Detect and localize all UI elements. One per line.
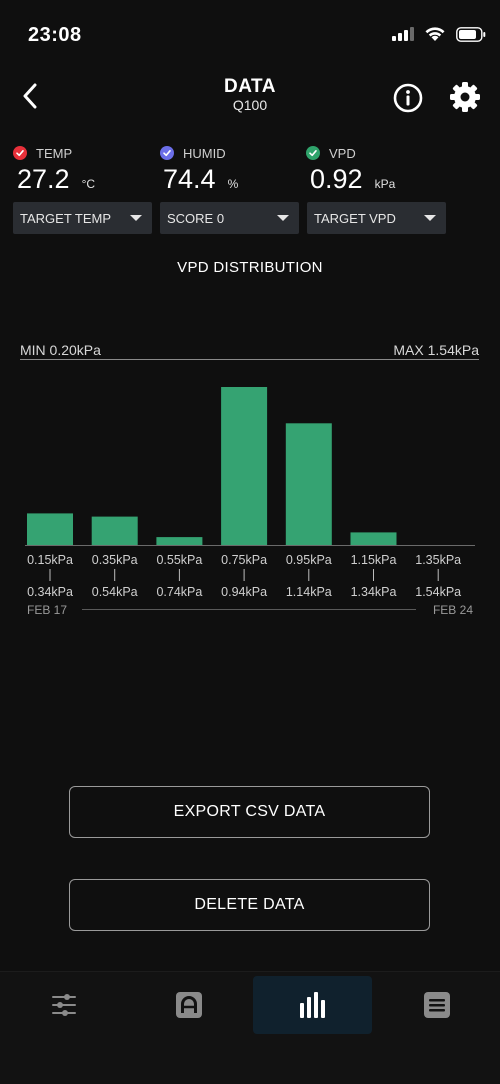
bin-low-label: 0.35kPa xyxy=(92,553,138,567)
chart-bar xyxy=(27,513,73,545)
page-title: DATA xyxy=(224,76,276,97)
nav-item-device[interactable] xyxy=(129,976,248,1034)
nav-item-controls[interactable] xyxy=(4,976,123,1034)
bin-high-label: 0.34kPa xyxy=(27,585,73,599)
caret-down-icon xyxy=(277,215,289,221)
sliders-icon xyxy=(51,994,76,1016)
info-icon xyxy=(393,83,423,113)
caret-down-icon xyxy=(130,215,142,221)
reading-label: VPD xyxy=(329,145,356,161)
target-temp-dropdown[interactable]: TARGET TEMP xyxy=(13,202,152,234)
bin-high-label: 0.54kPa xyxy=(92,585,138,599)
bin-low-label: 0.55kPa xyxy=(156,553,202,567)
check-icon xyxy=(306,146,320,160)
dropdown-label: TARGET VPD xyxy=(314,210,396,226)
chart-bar xyxy=(285,423,332,545)
wifi-icon xyxy=(425,27,445,41)
reading-value: 27.2 xyxy=(17,164,70,194)
reading-value: 0.92 xyxy=(310,164,363,194)
gear-icon xyxy=(450,82,480,112)
delete-data-button[interactable]: DELETE DATA xyxy=(69,879,430,931)
nav-item-menu[interactable] xyxy=(377,976,496,1034)
check-icon xyxy=(160,146,174,160)
reading-unit: % xyxy=(227,177,239,191)
page-subtitle: Q100 xyxy=(232,97,268,113)
bin-high-label: 0.74kPa xyxy=(156,585,202,599)
chart-max-label: MAX 1.54kPa xyxy=(393,342,479,358)
bar-chart-icon xyxy=(299,992,325,1018)
reading-temp: TEMP 27.2 °C xyxy=(13,144,153,195)
bin-low-label: 0.95kPa xyxy=(286,553,332,567)
status-time: 23:08 xyxy=(28,24,82,46)
chart-min-label: MIN 0.20kPa xyxy=(20,342,101,358)
reading-value: 74.4 xyxy=(163,164,216,194)
bin-high-label: 0.94kPa xyxy=(221,585,267,599)
status-icons xyxy=(392,26,486,42)
bin-high-label: 1.54kPa xyxy=(415,585,461,599)
reading-vpd: VPD 0.92 kPa xyxy=(306,144,446,195)
score-dropdown[interactable]: SCORE 0 xyxy=(160,202,299,234)
vpd-distribution-chart: MIN 0.20kPa MAX 1.54kPa 0.15kPa 0.34kPa 0.… xyxy=(20,342,479,617)
bin-low-label: 1.35kPa xyxy=(415,553,461,567)
export-csv-button[interactable]: EXPORT CSV DATA xyxy=(69,786,430,838)
dropdown-label: TARGET TEMP xyxy=(20,210,112,226)
bin-high-label: 1.14kPa xyxy=(286,585,332,599)
header: DATA Q100 xyxy=(0,70,500,124)
target-vpd-dropdown[interactable]: TARGET VPD xyxy=(307,202,446,234)
dropdown-label: SCORE 0 xyxy=(167,210,225,226)
info-button[interactable] xyxy=(392,82,424,114)
chart-title: VPD DISTRIBUTION xyxy=(177,259,323,276)
battery-icon xyxy=(456,26,486,42)
bin-low-label: 1.15kPa xyxy=(351,553,397,567)
list-icon xyxy=(423,992,450,1018)
bin-low-label: 0.75kPa xyxy=(221,553,267,567)
chart-bar xyxy=(350,532,397,545)
reading-label: TEMP xyxy=(36,145,73,161)
chart-bar xyxy=(221,387,268,545)
reading-unit: °C xyxy=(81,177,96,191)
settings-button[interactable] xyxy=(448,80,482,114)
date-end: FEB 24 xyxy=(433,603,473,617)
nav-item-data[interactable] xyxy=(253,976,372,1034)
device-icon xyxy=(175,992,202,1018)
bin-high-label: 1.34kPa xyxy=(351,585,397,599)
check-icon xyxy=(13,146,27,160)
chart-bar xyxy=(91,516,138,545)
status-bar: 23:08 xyxy=(0,0,500,70)
bottom-nav xyxy=(0,971,500,1084)
reading-unit: kPa xyxy=(374,177,396,191)
reading-label: HUMID xyxy=(183,145,226,161)
reading-humid: HUMID 74.4 % xyxy=(160,144,300,195)
bin-low-label: 0.15kPa xyxy=(27,553,73,567)
caret-down-icon xyxy=(424,215,436,221)
chart-bar xyxy=(156,537,203,545)
signal-icon xyxy=(392,27,414,41)
date-start: FEB 17 xyxy=(27,603,67,617)
